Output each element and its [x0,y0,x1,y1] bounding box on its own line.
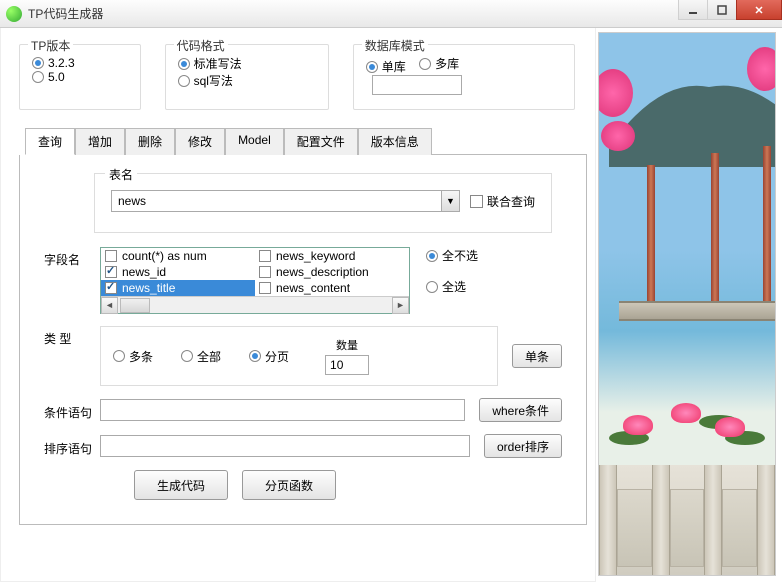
radio-db-single[interactable]: 单库 [366,58,406,75]
table-dropdown-input[interactable] [111,190,442,212]
radio-type-paginate[interactable]: 分页 [249,348,289,365]
group-dbmode-label: 数据库模式 [362,37,428,54]
radio-select-none[interactable]: 全不选 [426,247,478,264]
group-version: TP版本 3.2.3 5.0 [19,44,141,110]
tab-update[interactable]: 修改 [175,128,225,155]
field-item[interactable]: news_keyword [255,248,409,264]
where-button[interactable]: where条件 [479,398,562,422]
tab-config[interactable]: 配置文件 [284,128,358,155]
type-label: 类 型 [44,326,100,347]
window-title: TP代码生成器 [28,5,103,22]
group-version-label: TP版本 [28,37,73,54]
radio-format-sql[interactable]: sql写法 [178,72,233,89]
field-list-hscroll[interactable]: ◄ ► [101,296,409,313]
field-list[interactable]: count(*) as num news_id news_title news_… [100,247,410,314]
qty-input[interactable] [325,355,369,375]
union-query-checkbox[interactable]: 联合查询 [470,193,535,210]
radio-version-50[interactable]: 5.0 [32,70,65,84]
table-dropdown-button[interactable]: ▼ [442,190,460,212]
scroll-thumb[interactable] [120,298,150,313]
scroll-right-icon[interactable]: ► [392,297,409,314]
radio-select-all[interactable]: 全选 [426,278,478,295]
fields-label: 字段名 [44,247,100,268]
minimize-button[interactable] [678,0,708,20]
field-item[interactable]: count(*) as num [101,248,255,264]
radio-type-all[interactable]: 全部 [181,348,221,365]
field-item[interactable]: news_id [101,264,255,280]
paginate-button[interactable]: 分页函数 [242,470,336,500]
scroll-left-icon[interactable]: ◄ [101,297,118,314]
radio-type-multi[interactable]: 多条 [113,348,153,365]
condition-input[interactable] [100,399,465,421]
single-button[interactable]: 单条 [512,344,562,368]
radio-format-standard[interactable]: 标准写法 [178,55,242,72]
field-item[interactable]: news_content [255,280,409,296]
group-format-label: 代码格式 [174,37,228,54]
radio-version-323[interactable]: 3.2.3 [32,56,75,70]
tab-delete[interactable]: 删除 [125,128,175,155]
section-table: 表名 ▼ 联合查询 [94,173,552,233]
tab-model[interactable]: Model [225,128,284,155]
decorative-image [598,32,776,576]
tab-content: 表名 ▼ 联合查询 字段名 count(*) as num news_id [19,155,587,525]
tab-add[interactable]: 增加 [75,128,125,155]
titlebar: TP代码生成器 [0,0,782,28]
field-item[interactable]: news_title [101,280,255,296]
order-input[interactable] [100,435,470,457]
chevron-down-icon: ▼ [446,196,455,206]
table-label: 表名 [105,166,137,183]
tab-query[interactable]: 查询 [25,128,75,155]
db-name-input[interactable] [372,75,462,95]
group-format: 代码格式 标准写法 sql写法 [165,44,329,110]
maximize-button[interactable] [707,0,737,20]
qty-label: 数量 [336,337,358,353]
app-icon [6,6,22,22]
order-button[interactable]: order排序 [484,434,562,458]
tab-about[interactable]: 版本信息 [358,128,432,155]
order-label: 排序语句 [44,436,100,457]
generate-button[interactable]: 生成代码 [134,470,228,500]
radio-db-multi[interactable]: 多库 [419,55,459,72]
close-button[interactable] [736,0,782,20]
field-item[interactable]: news_description [255,264,409,280]
condition-label: 条件语句 [44,400,100,421]
group-dbmode: 数据库模式 单库 多库 [353,44,575,110]
tabs: 查询 增加 删除 修改 Model 配置文件 版本信息 [25,128,587,155]
